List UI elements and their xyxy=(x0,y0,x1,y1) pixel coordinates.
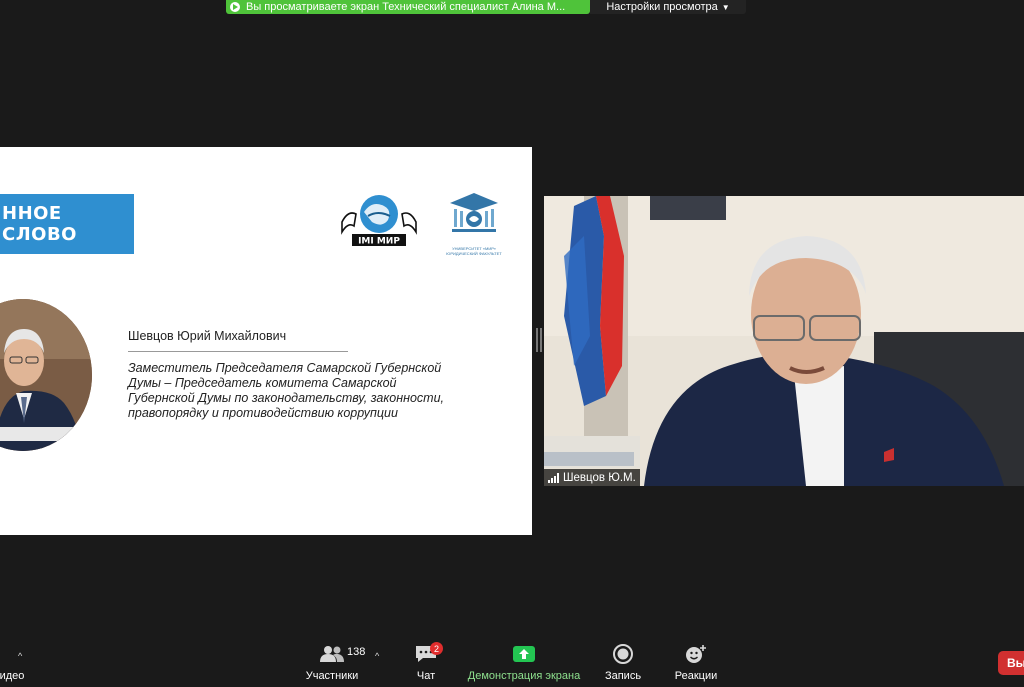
speaker-role: Заместитель Председателя Самарской Губер… xyxy=(128,361,444,420)
share-screen-icon xyxy=(513,642,535,666)
participants-icon xyxy=(320,642,344,666)
chat-unread-badge: 2 xyxy=(430,642,443,655)
video-button-label: идео xyxy=(0,670,25,682)
video-options-caret[interactable]: ^ xyxy=(18,651,22,661)
view-splitter-handle[interactable] xyxy=(536,328,542,352)
shared-slide: ННОЕ СЛОВО IMI МИР УНИВЕРСИТЕТ «МИР» ЮРИ… xyxy=(0,147,532,535)
slide-banner: ННОЕ СЛОВО xyxy=(0,194,134,254)
university-logo: УНИВЕРСИТЕТ «МИР» ЮРИДИЧЕСКИЙ ФАКУЛЬТЕТ xyxy=(442,189,506,256)
screen-share-banner: Вы просматриваете экран Технический спец… xyxy=(226,0,590,14)
reactions-icon xyxy=(685,642,707,666)
university-logo-caption: УНИВЕРСИТЕТ «МИР» ЮРИДИЧЕСКИЙ ФАКУЛЬТЕТ xyxy=(446,246,502,256)
participants-count: 138 xyxy=(347,646,366,658)
record-icon xyxy=(613,642,633,666)
share-screen-label: Демонстрация экрана xyxy=(467,670,581,682)
exit-button-label: Вы xyxy=(1007,656,1024,670)
video-frame-illustration xyxy=(544,196,1024,486)
record-button[interactable]: Запись xyxy=(600,640,646,686)
slide-banner-text: ННОЕ СЛОВО xyxy=(2,203,77,245)
speaker-name: Шевцов Юрий Михайлович xyxy=(128,329,287,343)
participants-label: Участники xyxy=(305,670,359,682)
video-button[interactable]: идео xyxy=(0,640,34,686)
reactions-label: Реакции xyxy=(674,670,718,682)
participants-options-caret[interactable]: ^ xyxy=(375,651,379,661)
share-status-text: Вы просматриваете экран Технический спец… xyxy=(246,1,566,13)
mir-logo: IMI МИР xyxy=(338,192,420,252)
signal-strength-icon xyxy=(548,472,559,483)
chevron-down-icon: ▼ xyxy=(721,2,730,12)
chat-label: Чат xyxy=(416,670,436,682)
share-screen-button[interactable]: Демонстрация экрана xyxy=(466,640,582,686)
name-divider xyxy=(128,351,348,352)
exit-button[interactable]: Вы xyxy=(998,651,1024,675)
reactions-button[interactable]: Реакции xyxy=(668,640,724,686)
participant-name: Шевцов Ю.М. xyxy=(563,471,636,484)
record-label: Запись xyxy=(604,670,642,682)
speaker-portrait xyxy=(0,299,92,451)
view-options-button[interactable]: Настройки просмотра ▼ xyxy=(590,0,746,14)
participant-video: Шевцов Ю.М. xyxy=(544,196,1024,486)
view-options-label: Настройки просмотра xyxy=(606,1,718,13)
share-status-icon xyxy=(230,2,240,12)
mir-logo-text: IMI МИР xyxy=(358,237,400,247)
participant-name-label: Шевцов Ю.М. xyxy=(544,469,640,486)
